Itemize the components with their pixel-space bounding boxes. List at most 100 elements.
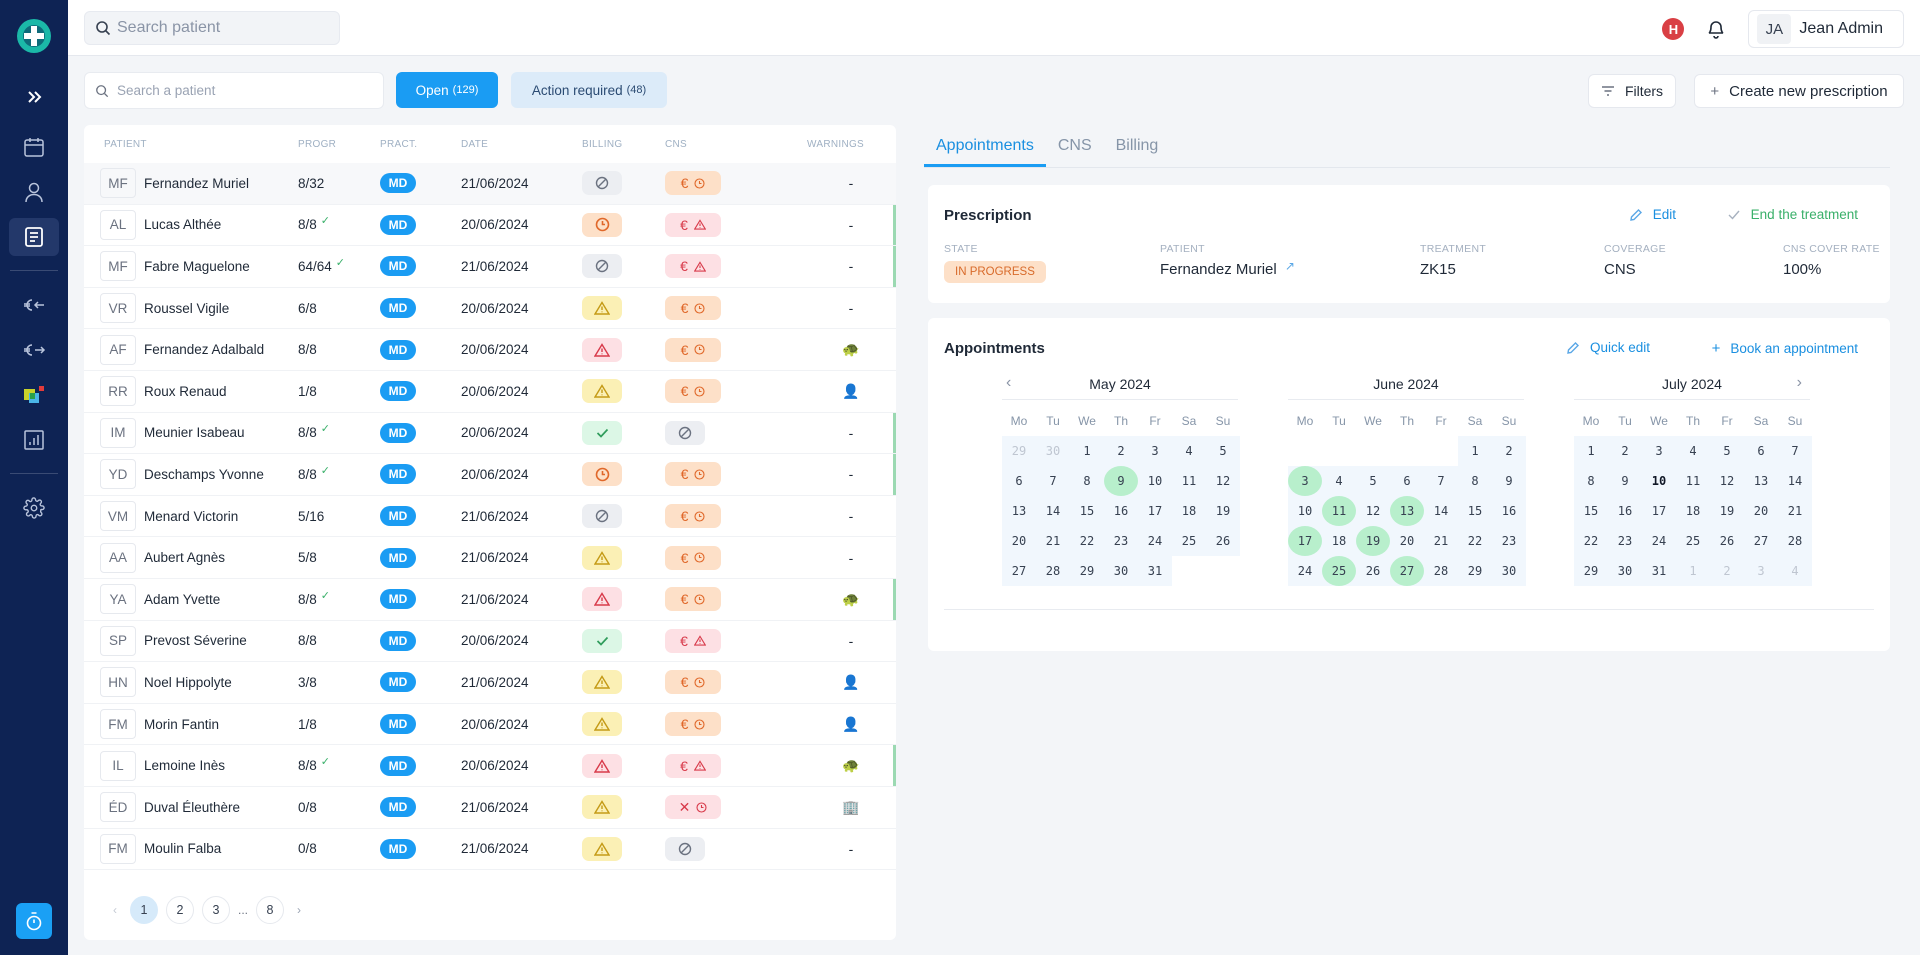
sidebar-item-prescriptions[interactable]	[9, 218, 59, 256]
calendar-day[interactable]: 4	[1676, 436, 1710, 466]
calendar-day[interactable]: 7	[1424, 466, 1458, 496]
cns-status-alert[interactable]: €	[665, 753, 721, 778]
calendar-day[interactable]: 26	[1206, 526, 1240, 556]
col-progress[interactable]: PROGR	[298, 139, 336, 150]
billing-status-warning[interactable]	[582, 670, 622, 695]
table-row[interactable]: VR Roussel Vigile 6/8 MD 20/06/2024 € -	[84, 288, 896, 330]
calendar-day[interactable]: 27	[1002, 556, 1036, 586]
table-row[interactable]: ÉD Duval Éleuthère 0/8 MD 21/06/2024 ✕ 🏢	[84, 787, 896, 829]
calendar-day[interactable]: 13	[1744, 466, 1778, 496]
create-prescription-button[interactable]: + Create new prescription	[1694, 74, 1904, 108]
billing-status-ok[interactable]	[582, 420, 622, 445]
tab-cns[interactable]: CNS	[1046, 137, 1104, 167]
col-cns[interactable]: CNS	[665, 139, 687, 150]
calendar-day[interactable]: 7	[1778, 436, 1812, 466]
calendar-day[interactable]: 21	[1424, 526, 1458, 556]
billing-status-blocked[interactable]	[582, 504, 622, 529]
user-menu-button[interactable]: JA Jean Admin	[1748, 10, 1904, 48]
filter-open-button[interactable]: Open (129)	[396, 72, 498, 108]
page-1-button[interactable]: 1	[130, 896, 158, 924]
calendar-day[interactable]: 22	[1070, 526, 1104, 556]
cns-status-pending[interactable]: €	[665, 504, 721, 529]
calendar-day[interactable]: 15	[1070, 496, 1104, 526]
calendar-day[interactable]: 10	[1642, 466, 1676, 496]
next-page-button[interactable]: ›	[292, 903, 306, 917]
prev-page-button[interactable]: ‹	[108, 903, 122, 917]
calendar-day[interactable]: 9	[1608, 466, 1642, 496]
calendar-day[interactable]: 16	[1608, 496, 1642, 526]
calendar-day[interactable]: 1	[1574, 436, 1608, 466]
calendar-day[interactable]: 28	[1036, 556, 1070, 586]
next-month-button[interactable]: ›	[1797, 374, 1802, 392]
timer-button[interactable]	[16, 903, 52, 939]
billing-status-pending[interactable]	[582, 212, 622, 237]
cns-status-pending[interactable]: €	[665, 171, 721, 196]
billing-status-blocked[interactable]	[582, 171, 622, 196]
tab-billing[interactable]: Billing	[1104, 137, 1171, 167]
calendar-day[interactable]: 20	[1744, 496, 1778, 526]
calendar-day[interactable]: 17	[1642, 496, 1676, 526]
calendar-day[interactable]: 5	[1356, 466, 1390, 496]
appointment-day[interactable]: 25	[1322, 556, 1356, 586]
appointment-day[interactable]: 19	[1356, 526, 1390, 556]
calendar-day[interactable]: 29	[1458, 556, 1492, 586]
billing-status-warning[interactable]	[582, 836, 622, 861]
table-row[interactable]: MF Fernandez Muriel 8/32 MD 21/06/2024 €…	[84, 163, 896, 205]
cns-status-pending[interactable]: €	[665, 296, 721, 321]
page-2-button[interactable]: 2	[166, 896, 194, 924]
quick-edit-button[interactable]: Quick edit	[1566, 340, 1650, 355]
calendar-day[interactable]: 15	[1458, 496, 1492, 526]
calendar-day[interactable]: 3	[1744, 556, 1778, 586]
appointment-day[interactable]: 9	[1104, 466, 1138, 496]
sidebar-item-billing-out[interactable]	[9, 331, 59, 369]
calendar-day[interactable]: 19	[1206, 496, 1240, 526]
calendar-day[interactable]: 8	[1070, 466, 1104, 496]
appointment-day[interactable]: 27	[1390, 556, 1424, 586]
calendar-day[interactable]: 4	[1778, 556, 1812, 586]
sidebar-item-settings[interactable]	[9, 489, 59, 527]
calendar-day[interactable]: 18	[1322, 526, 1356, 556]
calendar-day[interactable]: 29	[1070, 556, 1104, 586]
calendar-day[interactable]: 18	[1172, 496, 1206, 526]
hospital-badge[interactable]: H	[1662, 18, 1685, 40]
calendar-day[interactable]: 13	[1002, 496, 1036, 526]
table-row[interactable]: YD Deschamps Yvonne 8/8 ✓ MD 20/06/2024 €…	[84, 454, 896, 496]
table-row[interactable]: AA Aubert Agnès 5/8 MD 21/06/2024 € -	[84, 537, 896, 579]
calendar-day[interactable]: 21	[1778, 496, 1812, 526]
cns-status-pending[interactable]: €	[665, 712, 721, 737]
calendar-day[interactable]: 16	[1104, 496, 1138, 526]
calendar-day[interactable]: 2	[1492, 436, 1526, 466]
end-treatment-button[interactable]: End the treatment	[1727, 207, 1858, 222]
billing-status-warning[interactable]	[582, 296, 622, 321]
calendar-day[interactable]: 11	[1676, 466, 1710, 496]
calendar-day[interactable]: 25	[1172, 526, 1206, 556]
calendar-day[interactable]: 28	[1424, 556, 1458, 586]
cns-status-pending[interactable]: €	[665, 587, 721, 612]
table-row[interactable]: HN Noel Hippolyte 3/8 MD 21/06/2024 € 👤	[84, 662, 896, 704]
calendar-day[interactable]: 6	[1390, 466, 1424, 496]
calendar-day[interactable]: 30	[1608, 556, 1642, 586]
person-icon[interactable]: 👤	[842, 716, 859, 732]
calendar-day[interactable]: 23	[1492, 526, 1526, 556]
calendar-day[interactable]: 30	[1036, 436, 1070, 466]
calendar-day[interactable]: 2	[1608, 436, 1642, 466]
calendar-day[interactable]: 12	[1206, 466, 1240, 496]
billing-status-warning[interactable]	[582, 712, 622, 737]
col-date[interactable]: DATE	[461, 139, 488, 150]
calendar-day[interactable]: 1	[1676, 556, 1710, 586]
calendar-day[interactable]: 5	[1206, 436, 1240, 466]
billing-status-warning[interactable]	[582, 379, 622, 404]
sidebar-item-billing-in[interactable]	[9, 286, 59, 324]
col-warnings[interactable]: WARNINGS	[807, 139, 864, 150]
calendar-day[interactable]: 26	[1356, 556, 1390, 586]
cns-status-pending[interactable]: €	[665, 545, 721, 570]
edit-prescription-button[interactable]: Edit	[1629, 207, 1676, 222]
billing-status-warning[interactable]	[582, 545, 622, 570]
calendar-day[interactable]: 14	[1036, 496, 1070, 526]
calendar-day[interactable]: 8	[1458, 466, 1492, 496]
sidebar-item-calendar[interactable]	[9, 128, 59, 166]
calendar-day[interactable]: 25	[1676, 526, 1710, 556]
appointment-day[interactable]: 3	[1288, 466, 1322, 496]
calendar-day[interactable]: 20	[1390, 526, 1424, 556]
table-row[interactable]: FM Morin Fantin 1/8 MD 20/06/2024 € 👤	[84, 704, 896, 746]
